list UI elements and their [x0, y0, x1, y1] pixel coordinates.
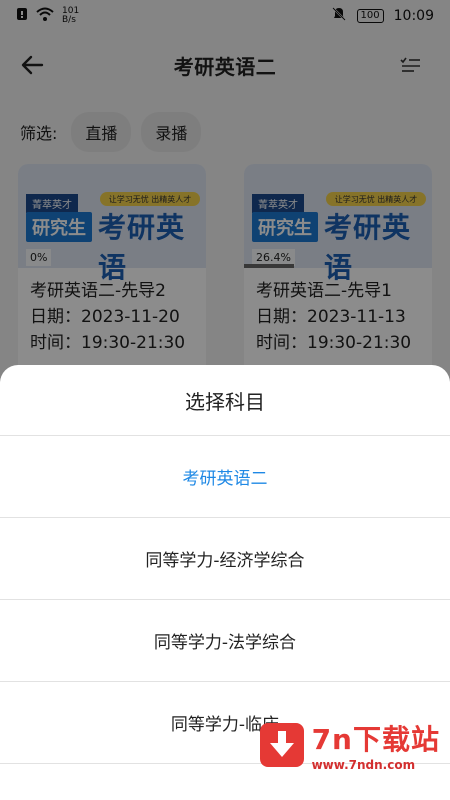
subject-option[interactable]: 同等学力-法学综合	[0, 600, 450, 682]
subject-option[interactable]: 考研英语二	[0, 436, 450, 518]
watermark-url: www.7ndn.com	[311, 758, 416, 772]
subject-option[interactable]: 同等学力-经济学综合	[0, 518, 450, 600]
sheet-title: 选择科目	[185, 389, 265, 414]
watermark: 7n下载站 www.7ndn.com	[259, 718, 440, 772]
watermark-name: 7n下载站	[311, 723, 440, 756]
download-logo-icon	[259, 723, 304, 767]
